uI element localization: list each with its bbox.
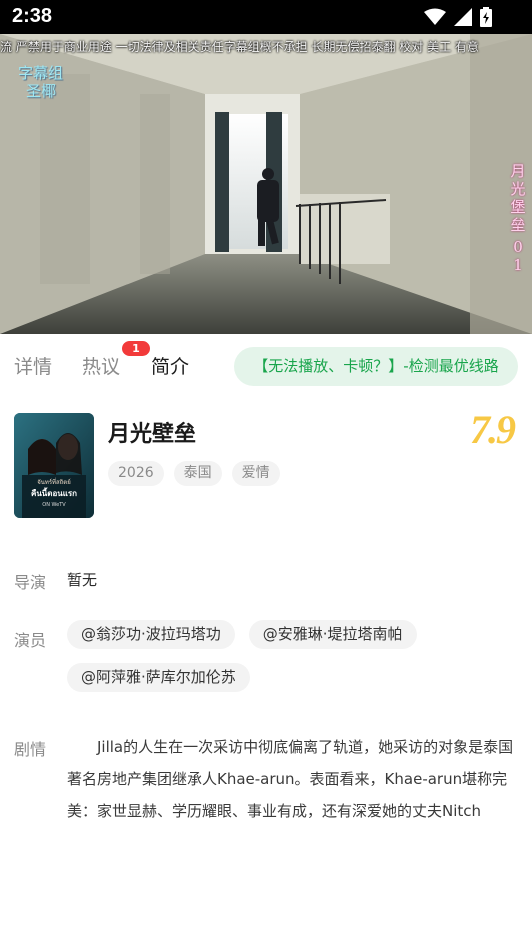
overlay-title-text: 月光堡垒 bbox=[510, 162, 526, 234]
wifi-icon bbox=[424, 8, 446, 25]
subtitle-group-watermark: 字幕组 圣椰 bbox=[18, 64, 63, 100]
actor-chip[interactable]: @安雅琳·堤拉塔南帕 bbox=[248, 620, 417, 649]
plot-text: Jilla的人生在一次采访中彻底偏离了轨道，她采访的对象是泰国著名房地产集团继承… bbox=[67, 738, 514, 820]
plot-label: 剧情 bbox=[14, 740, 47, 759]
video-player[interactable]: 流 严禁用于商业用途 一切法律及相关责任字幕组概不承担 长期无偿招泰翻 校对 美… bbox=[0, 34, 532, 334]
tab-intro[interactable]: 简介 bbox=[151, 352, 189, 379]
actor-chip[interactable]: @翁莎功·波拉玛塔功 bbox=[67, 620, 235, 649]
director-value: 暂无 bbox=[67, 571, 98, 589]
video-frame bbox=[0, 34, 532, 334]
video-overlay-title: 月光堡垒 01 bbox=[510, 162, 526, 274]
tab-details[interactable]: 详情 bbox=[14, 352, 52, 379]
tag-genre[interactable]: 爱情 bbox=[231, 461, 280, 486]
poster-image: จันทร์ที่สถิตย์ คืนนี้ตอนแรก ON WeTV bbox=[14, 413, 94, 518]
poster-subtitle-text: คืนนี้ตอนแรก bbox=[30, 489, 78, 498]
status-icons bbox=[424, 7, 492, 27]
poster-title-text: จันทร์ที่สถิตย์ bbox=[37, 479, 71, 486]
signal-icon bbox=[454, 8, 472, 26]
rating-score: 7.9 bbox=[470, 407, 516, 452]
watermark-line-2: 圣椰 bbox=[26, 82, 57, 100]
comments-badge: 1 bbox=[122, 341, 150, 356]
watermark-line-1: 字幕组 bbox=[18, 64, 64, 82]
tag-year[interactable]: 2026 bbox=[108, 461, 164, 486]
status-bar: 2:38 bbox=[0, 0, 532, 34]
actors-list: @翁莎功·波拉玛塔功 @安雅琳·堤拉塔南帕 @阿萍雅·萨库尔加伦苏 bbox=[67, 620, 522, 692]
actor-chip[interactable]: @阿萍雅·萨库尔加伦苏 bbox=[67, 663, 250, 692]
poster-platform-text: ON WeTV bbox=[42, 502, 66, 508]
subtitle-marquee: 流 严禁用于商业用途 一切法律及相关责任字幕组概不承担 长期无偿招泰翻 校对 美… bbox=[0, 40, 479, 54]
actors-label: 演员 bbox=[14, 631, 47, 650]
show-title: 月光壁垒 bbox=[108, 422, 197, 447]
detect-best-line-button[interactable]: 【无法播放、卡顿？】-检测最优线路 bbox=[234, 347, 518, 386]
tab-bar: 详情 热议 1 简介 【无法播放、卡顿？】-检测最优线路 bbox=[0, 334, 532, 398]
tab-comments[interactable]: 热议 bbox=[82, 352, 120, 379]
battery-icon bbox=[480, 7, 492, 27]
status-time: 2:38 bbox=[12, 5, 53, 27]
director-label: 导演 bbox=[14, 573, 47, 592]
overlay-episode: 01 bbox=[513, 238, 523, 274]
show-tags: 2026 泰国 爱情 bbox=[108, 461, 280, 486]
tag-region[interactable]: 泰国 bbox=[173, 461, 222, 486]
